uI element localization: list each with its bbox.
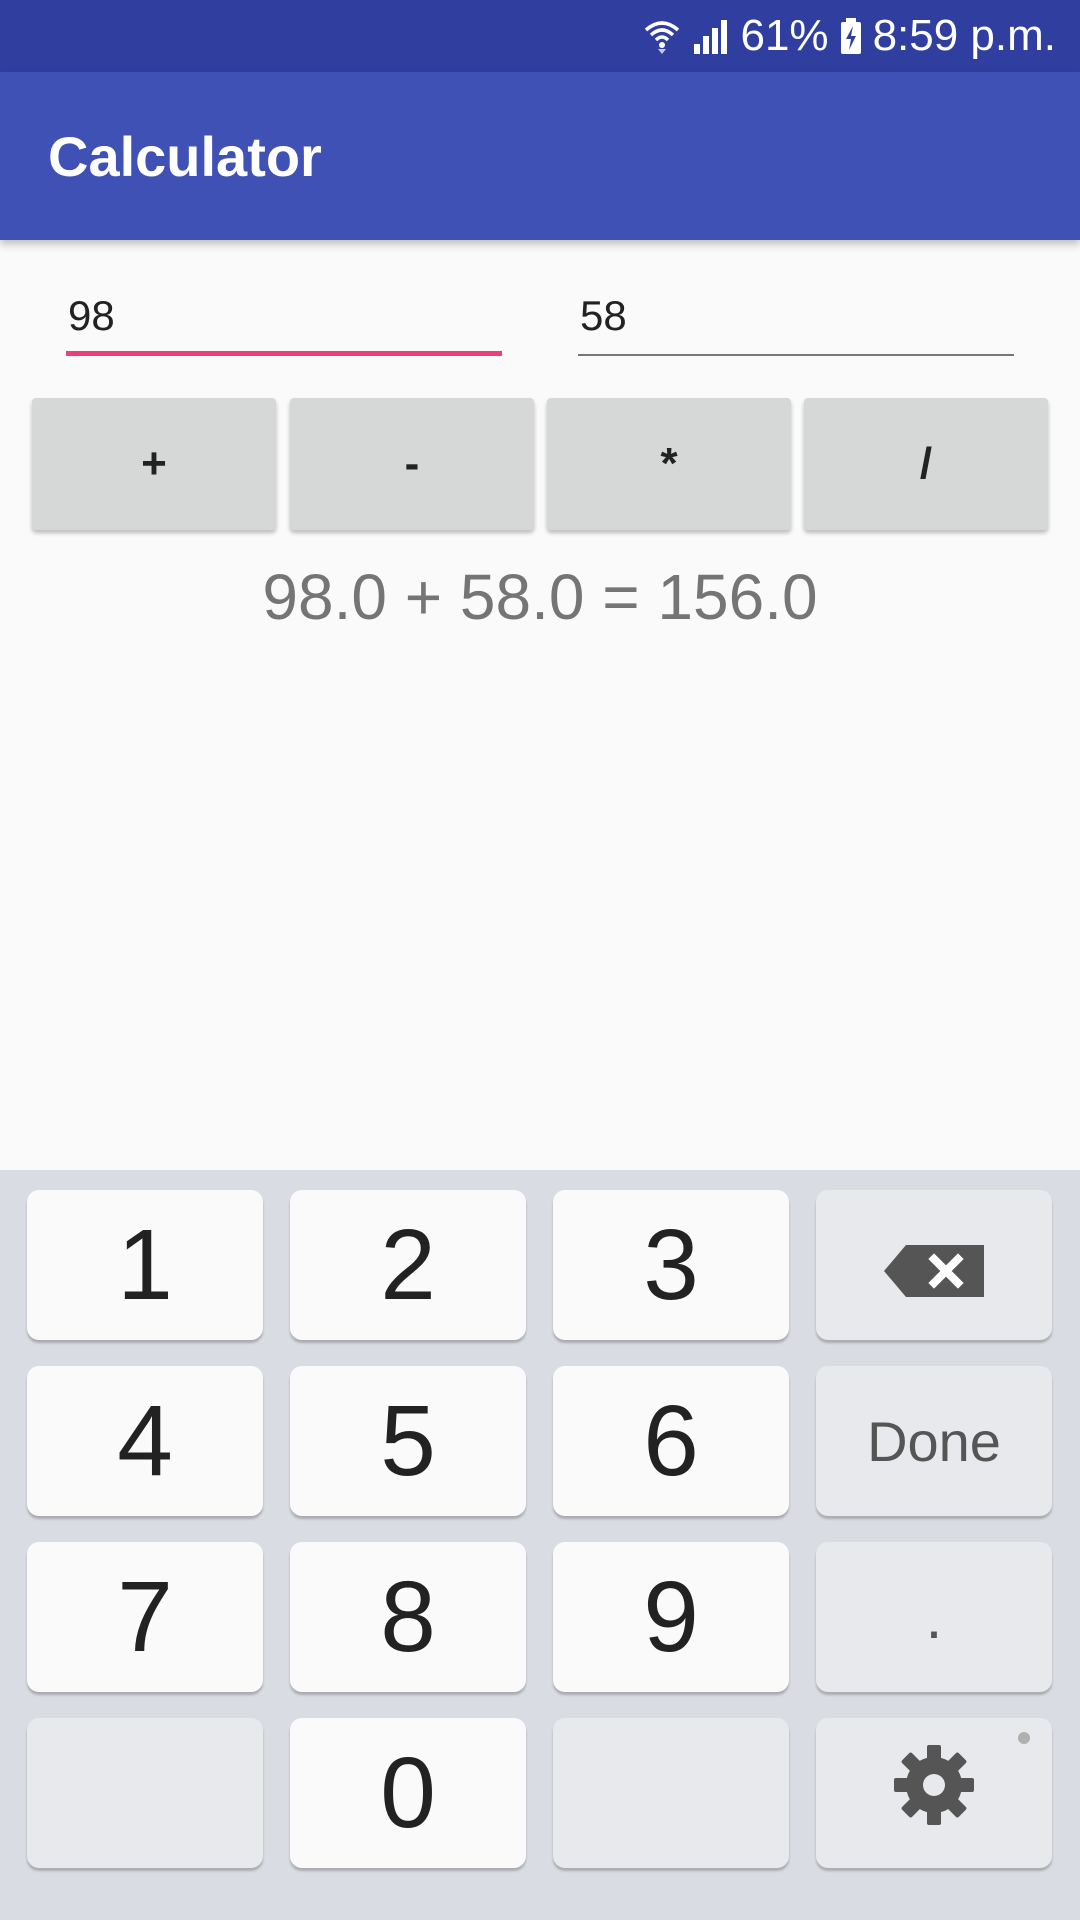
- key-1[interactable]: 1: [27, 1190, 263, 1340]
- decimal-key[interactable]: .: [816, 1542, 1052, 1692]
- numeric-keyboard: 1 2 3 4 5 6 Done 7 8 9 . 0: [0, 1170, 1080, 1920]
- settings-key[interactable]: [816, 1718, 1052, 1868]
- backspace-icon: [882, 1208, 986, 1323]
- blank-key-right[interactable]: [553, 1718, 789, 1868]
- battery-percent: 61%: [740, 11, 829, 60]
- key-2[interactable]: 2: [290, 1190, 526, 1340]
- status-icons: 61% 8:59 p.m.: [642, 0, 1056, 72]
- clock: 8:59 p.m.: [872, 11, 1056, 60]
- more-options-dot: [1018, 1732, 1030, 1744]
- blank-key-left[interactable]: [27, 1718, 263, 1868]
- first-number-field[interactable]: [66, 286, 502, 346]
- first-number-underline: [66, 351, 502, 356]
- key-7[interactable]: 7: [27, 1542, 263, 1692]
- divide-button[interactable]: /: [804, 398, 1048, 530]
- app-bar: Calculator: [0, 72, 1080, 240]
- app-title: Calculator: [48, 125, 322, 188]
- key-4[interactable]: 4: [27, 1366, 263, 1516]
- subtract-button[interactable]: -: [290, 398, 534, 530]
- battery-charging-icon: [839, 16, 863, 56]
- signal-icon: [692, 16, 730, 56]
- key-5[interactable]: 5: [290, 1366, 526, 1516]
- add-button[interactable]: +: [32, 398, 276, 530]
- key-3[interactable]: 3: [553, 1190, 789, 1340]
- second-number-underline: [578, 354, 1014, 356]
- gear-icon: [892, 1736, 976, 1851]
- first-number-field-container: [66, 286, 502, 356]
- key-0[interactable]: 0: [290, 1718, 526, 1868]
- key-8[interactable]: 8: [290, 1542, 526, 1692]
- multiply-button[interactable]: *: [547, 398, 791, 530]
- second-number-field-container: [578, 286, 1014, 356]
- second-number-field[interactable]: [578, 286, 1014, 346]
- wifi-icon: [642, 16, 682, 56]
- key-6[interactable]: 6: [553, 1366, 789, 1516]
- backspace-key[interactable]: [816, 1190, 1052, 1340]
- status-bar: 61% 8:59 p.m.: [0, 0, 1080, 72]
- result-text: 98.0 + 58.0 = 156.0: [262, 561, 818, 633]
- key-9[interactable]: 9: [553, 1542, 789, 1692]
- done-key[interactable]: Done: [816, 1366, 1052, 1516]
